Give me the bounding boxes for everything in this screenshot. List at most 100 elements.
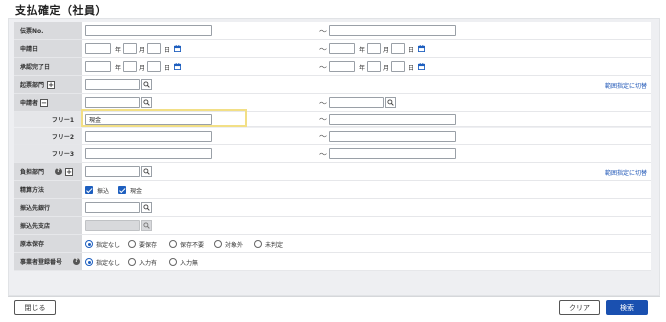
focus-highlight [81,109,247,127]
option-label: 未判定 [265,242,284,249]
shinseisha-to-input[interactable] [329,97,384,108]
checkbox-genkin[interactable] [118,186,126,194]
shinseibi-from-day-input[interactable] [147,43,161,54]
range-toggle-link[interactable]: 範囲指定に切替 [605,81,647,90]
expand-toggle-button[interactable]: + [47,81,55,89]
row-kihyo: 起票部門 + 範囲指定に切替 [14,76,651,94]
free3-from-input[interactable] [85,148,212,159]
day-unit: 日 [408,65,415,72]
search-icon [143,99,150,106]
option-label: 現金 [130,188,143,195]
row-furikomi-ginko: 振込先銀行 [14,199,651,217]
search-icon [143,81,150,88]
futan-input[interactable] [85,166,140,177]
month-unit: 月 [139,65,146,72]
search-button [141,220,152,231]
close-button[interactable]: 閉じる [14,300,56,315]
radio-jigyosha-nyuryokunashi[interactable] [169,258,177,266]
range-toggle-link[interactable]: 範囲指定に切替 [605,168,647,177]
row-furikomi-shiten: 振込先支店 [14,217,651,235]
search-button[interactable] [385,97,396,108]
shonin-from-day-input[interactable] [147,61,161,72]
label-jigyosha: 事業者登録番号 [14,253,82,270]
month-unit: 月 [383,65,390,72]
search-button[interactable] [141,202,152,213]
collapse-toggle-button[interactable]: − [40,99,48,107]
month-unit: 月 [383,47,390,54]
denpyo-from-input[interactable] [85,25,212,36]
search-icon [143,204,150,211]
calendar-icon[interactable] [174,45,181,52]
day-unit: 日 [408,47,415,54]
shonin-to-month-input[interactable] [367,61,381,72]
calendar-icon[interactable] [174,63,181,70]
label-free1: フリー1 [14,112,82,126]
expand-toggle-button[interactable]: + [65,168,73,176]
radio-genpon-hozonfuyo[interactable] [169,240,177,248]
calendar-icon[interactable] [418,45,425,52]
row-denpyo: 伝票No. ～ [14,22,651,40]
label-shinseisha: 申請者 [14,94,82,111]
kihyo-label-text: 起票部門 [20,82,45,89]
search-icon [143,222,150,229]
label-furikomi-shiten: 振込先支店 [14,217,82,234]
year-unit: 年 [359,47,366,54]
radio-genpon-yohozon[interactable] [128,240,136,248]
denpyo-to-input[interactable] [329,25,456,36]
help-icon[interactable]: ? [73,258,80,265]
range-separator: ～ [319,45,327,54]
radio-genpon-taishogai[interactable] [214,240,222,248]
radio-jigyosha-nyuryokuari[interactable] [128,258,136,266]
label-free2: フリー2 [14,128,82,144]
shonin-from-month-input[interactable] [123,61,137,72]
radio-jigyosha-shiteinashi[interactable] [85,258,93,266]
search-button[interactable] [141,79,152,90]
option-label: 入力有 [139,260,158,267]
row-free3: フリー3 ～ [14,145,651,163]
option-label: 指定なし [96,260,121,267]
help-icon[interactable]: ? [55,168,62,175]
range-separator: ～ [319,150,327,159]
clear-button[interactable]: クリア [559,300,600,315]
month-unit: 月 [139,47,146,54]
shinseibi-from-year-input[interactable] [85,43,111,54]
row-jigyosha: 事業者登録番号 ? 指定なし 入力有 入力無 [14,253,651,271]
day-unit: 日 [164,65,171,72]
free2-from-input[interactable] [85,131,212,142]
shinseibi-from-month-input[interactable] [123,43,137,54]
search-button[interactable] [141,97,152,108]
free2-to-input[interactable] [329,131,456,142]
kihyo-input[interactable] [85,79,140,90]
range-separator: ～ [319,132,327,141]
option-label: 保存不要 [180,242,205,249]
label-denpyo: 伝票No. [14,22,82,39]
search-icon [387,99,394,106]
shonin-to-year-input[interactable] [329,61,355,72]
label-furikomi-ginko: 振込先銀行 [14,199,82,216]
year-unit: 年 [359,65,366,72]
shinseisha-from-input[interactable] [85,97,140,108]
year-unit: 年 [115,65,122,72]
row-genpon: 原本保存 指定なし 要保存 保存不要 対象外 未判定 [14,235,651,253]
radio-genpon-shiteinashi[interactable] [85,240,93,248]
shinseibi-to-month-input[interactable] [367,43,381,54]
radio-genpon-mihantei[interactable] [254,240,262,248]
row-shonin: 承認完了日 年 月 日 ～ 年 月 日 [14,58,651,76]
free1-to-input[interactable] [329,114,456,125]
checkbox-furikomi[interactable] [85,186,93,194]
shonin-from-year-input[interactable] [85,61,111,72]
row-free2: フリー2 ～ [14,128,651,145]
free3-to-input[interactable] [329,148,456,159]
bank-input[interactable] [85,202,140,213]
range-separator: ～ [319,27,327,36]
shinseibi-to-year-input[interactable] [329,43,355,54]
shonin-to-day-input[interactable] [391,61,405,72]
search-submit-button[interactable]: 検索 [606,300,648,315]
option-label: 振込 [97,188,110,195]
shinseibi-to-day-input[interactable] [391,43,405,54]
label-genpon: 原本保存 [14,235,82,252]
calendar-icon[interactable] [418,63,425,70]
search-button[interactable] [141,166,152,177]
footer-divider [8,296,660,297]
page-title: 支払確定（社員） [15,4,107,17]
